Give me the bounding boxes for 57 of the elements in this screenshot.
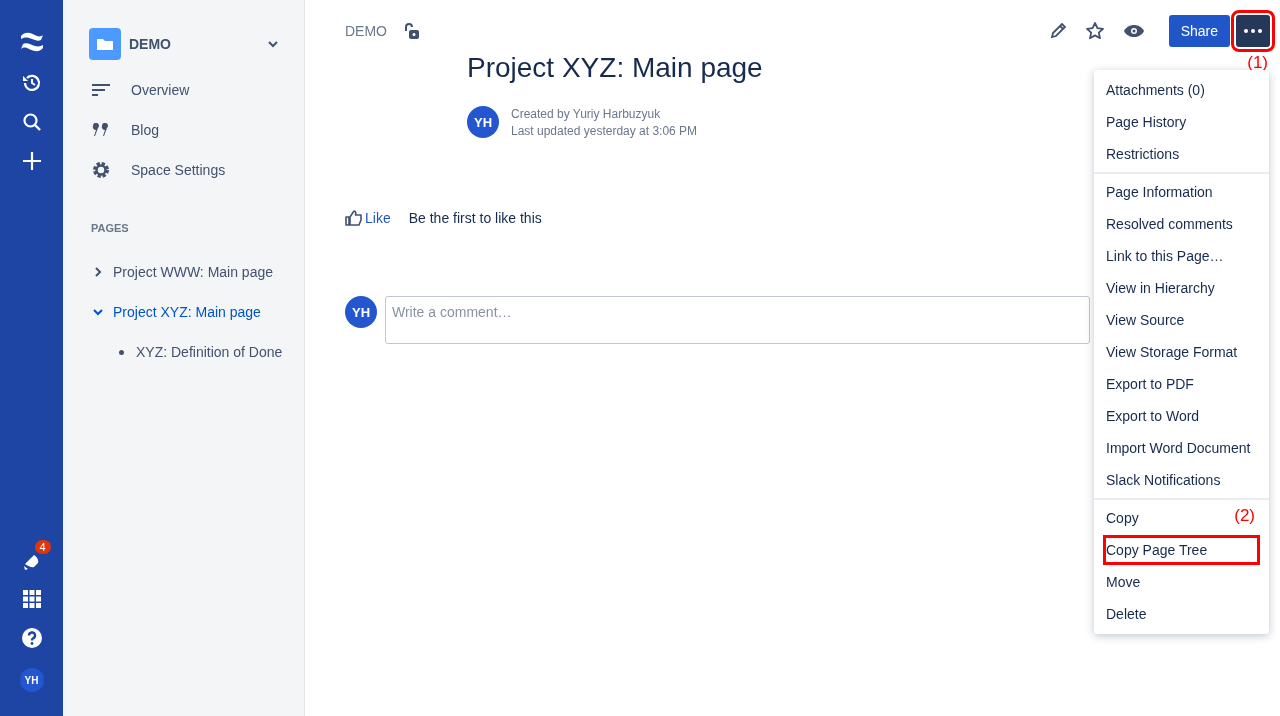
menu-item[interactable]: View Storage Format bbox=[1094, 336, 1250, 368]
menu-item[interactable]: View Source bbox=[1094, 304, 1197, 336]
eye-icon[interactable] bbox=[1122, 24, 1145, 38]
menu-item[interactable]: Restrictions bbox=[1094, 138, 1192, 170]
menu-item[interactable]: Page Information bbox=[1094, 176, 1225, 208]
edit-pencil-icon[interactable] bbox=[1048, 22, 1067, 40]
menu-item[interactable]: Attachments (0) bbox=[1094, 74, 1217, 106]
star-icon[interactable] bbox=[1084, 21, 1105, 41]
author-avatar[interactable]: YH bbox=[467, 106, 499, 138]
create-icon[interactable] bbox=[21, 151, 42, 171]
menu-item[interactable]: Link to this Page… bbox=[1094, 240, 1236, 272]
search-icon[interactable] bbox=[21, 112, 42, 132]
page-tree-item[interactable]: Project XYZ: Main page bbox=[93, 292, 304, 332]
menu-item[interactable]: Resolved comments bbox=[1094, 208, 1245, 240]
last-updated-text: Last updated yesterday at 3:06 PM bbox=[511, 123, 698, 138]
pages-heading: PAGES bbox=[91, 222, 130, 234]
menu-item[interactable]: Delete bbox=[1094, 598, 1159, 630]
help-icon[interactable] bbox=[20, 627, 43, 649]
menu-item[interactable]: Slack Notifications bbox=[1094, 464, 1233, 496]
space-name[interactable]: DEMO bbox=[129, 36, 260, 52]
menu-item[interactable]: Import Word Document bbox=[1094, 432, 1263, 464]
sidebar-item[interactable]: Blog bbox=[89, 110, 304, 150]
menu-item[interactable]: Move bbox=[1094, 566, 1153, 598]
menu-item[interactable]: View in Hierarchy bbox=[1094, 272, 1227, 304]
folder-icon bbox=[89, 28, 121, 60]
sidebar-item[interactable]: Space Settings bbox=[89, 150, 304, 190]
page-tree-item[interactable]: XYZ: Definition of Done bbox=[93, 332, 304, 372]
page-title: Project XYZ: Main page bbox=[467, 52, 763, 84]
share-button[interactable]: Share bbox=[1168, 15, 1230, 47]
like-status-text: Be the first to like this bbox=[408, 210, 542, 226]
logo-icon[interactable] bbox=[18, 30, 45, 54]
menu-item[interactable]: Export to PDF bbox=[1094, 368, 1206, 400]
history-icon[interactable] bbox=[21, 73, 42, 93]
annotation-label: (1) bbox=[1247, 53, 1268, 73]
menu-item[interactable]: Export to Word bbox=[1094, 400, 1212, 432]
like-link[interactable]: Like bbox=[345, 210, 391, 226]
bullet-icon bbox=[119, 349, 124, 355]
more-icon bbox=[1244, 29, 1262, 33]
page-tree-item[interactable]: Project WWW: Main page bbox=[93, 252, 304, 292]
notification-badge: 4 bbox=[34, 540, 51, 554]
menu-item[interactable]: Copy Page Tree bbox=[1102, 534, 1261, 566]
annotation-label: (2) bbox=[1234, 506, 1255, 526]
created-by-text: Created by Yuriy Harbuzyuk bbox=[511, 106, 662, 121]
commenter-avatar: YH bbox=[345, 296, 377, 328]
unlocked-padlock-icon[interactable] bbox=[403, 22, 420, 40]
chevron-down-icon[interactable] bbox=[268, 40, 278, 48]
menu-item[interactable]: Page History bbox=[1094, 106, 1199, 138]
chevron-right-icon[interactable] bbox=[93, 267, 103, 277]
sidebar-item[interactable]: Overview bbox=[89, 70, 304, 110]
comment-input-field[interactable]: Write a comment… bbox=[385, 296, 1090, 344]
menu-item[interactable]: Copy bbox=[1094, 502, 1151, 534]
lines-icon bbox=[89, 83, 113, 97]
user-avatar[interactable]: YH bbox=[19, 668, 44, 692]
thumbs-up-icon bbox=[345, 210, 362, 226]
app-switcher-icon[interactable] bbox=[22, 590, 41, 608]
chevron-down-icon[interactable] bbox=[93, 307, 103, 317]
breadcrumb-link[interactable]: DEMO bbox=[345, 23, 387, 39]
